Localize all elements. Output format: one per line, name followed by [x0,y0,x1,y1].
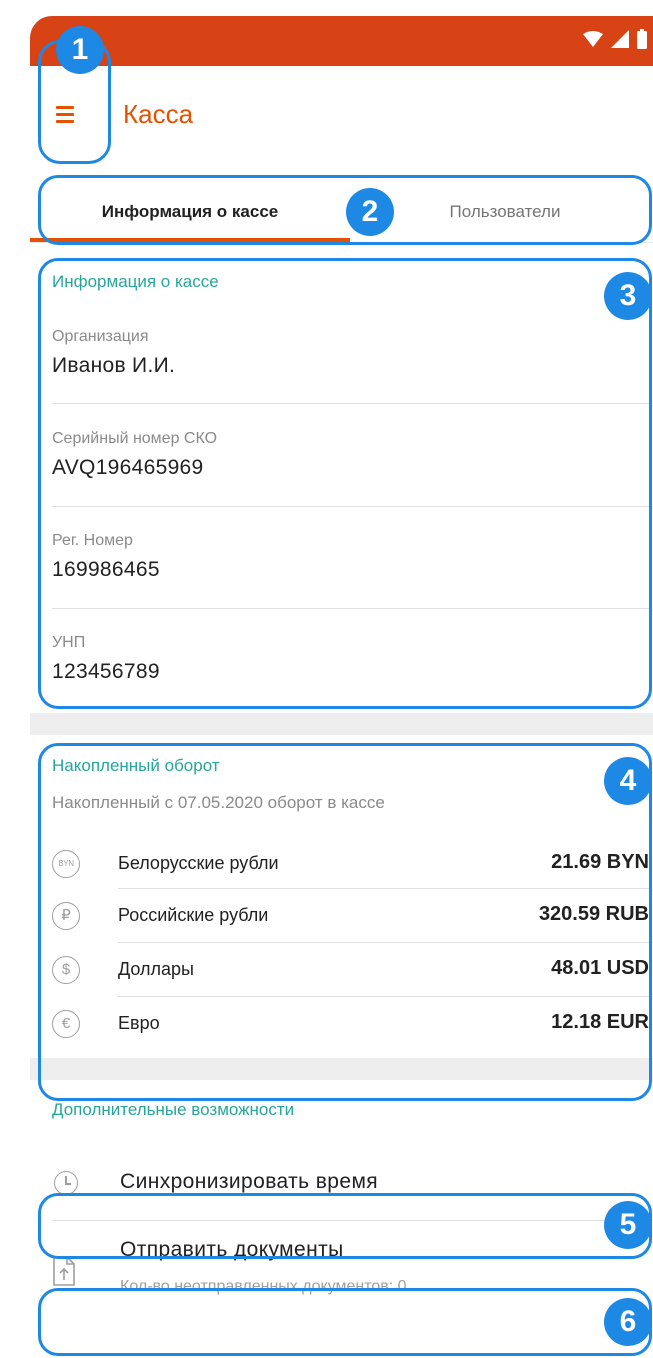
section-gap [30,713,653,735]
badge-4: 4 [604,757,652,805]
clock-icon [54,1171,78,1195]
sync-time-label: Синхронизировать время [120,1170,379,1193]
highlight-sync [38,1193,652,1259]
badge-2: 2 [346,188,394,236]
highlight-turnover [38,743,652,1101]
highlight-info [38,258,652,709]
status-bar [30,16,653,66]
extra-section-title: Дополнительные возможности [52,1100,295,1119]
badge-3: 3 [604,272,652,320]
highlight-tabs [38,175,652,245]
wifi-icon [583,31,603,47]
badge-6: 6 [604,1298,652,1346]
page-title: Касса [123,99,194,129]
highlight-send [38,1288,652,1356]
badge-1: 1 [56,26,104,74]
battery-icon [637,29,647,49]
upload-document-icon [53,1256,75,1286]
app-bar: Касса [30,66,653,166]
badge-5: 5 [604,1201,652,1249]
signal-icon [611,30,629,48]
